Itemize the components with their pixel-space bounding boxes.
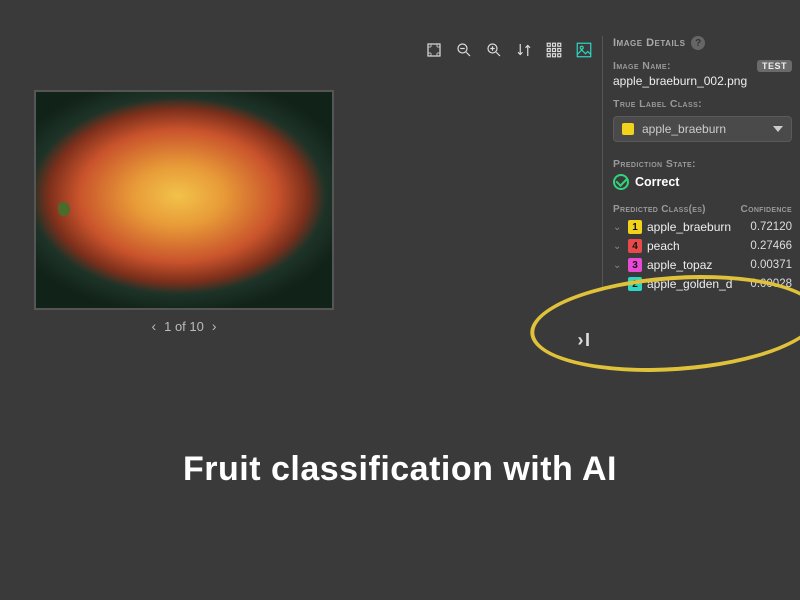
prediction-row[interactable]: ⌄ 2 apple_golden_d 0.00028 <box>613 277 792 291</box>
pred-state-value: Correct <box>613 174 792 190</box>
true-label-swatch <box>622 123 634 135</box>
rank-badge: 1 <box>628 220 642 234</box>
test-badge: TEST <box>757 60 792 72</box>
next-icon[interactable]: › <box>212 318 217 334</box>
fullscreen-icon[interactable] <box>424 40 444 60</box>
predictions-table: Predicted Class(es) Confidence ⌄ 1 apple_b… <box>613 204 792 291</box>
image-name-label: Image Name: <box>613 60 671 72</box>
pred-col-class: Predicted Class(es) <box>613 204 706 215</box>
details-header: Image Details ? <box>613 36 792 50</box>
grid-icon[interactable] <box>544 40 564 60</box>
skip-to-end-icon[interactable]: › I <box>578 330 591 351</box>
prediction-confidence: 0.00028 <box>750 278 792 290</box>
check-icon <box>613 174 629 190</box>
caption: Fruit classification with AI <box>0 450 800 489</box>
image-preview[interactable] <box>34 90 334 310</box>
prediction-row[interactable]: ⌄ 3 apple_topaz 0.00371 <box>613 258 792 272</box>
pager-text: 1 of 10 <box>164 319 204 334</box>
details-header-text: Image Details <box>613 37 685 49</box>
image-name: apple_braeburn_002.png <box>613 74 792 88</box>
true-label-header: True Label Class: <box>613 98 792 110</box>
prediction-row[interactable]: ⌄ 4 peach 0.27466 <box>613 239 792 253</box>
pred-state-label: Prediction State: <box>613 158 792 170</box>
image-viewer: ‹ 1 of 10 › <box>34 90 334 334</box>
expand-icon[interactable]: ⌄ <box>613 279 623 290</box>
prediction-confidence: 0.00371 <box>750 259 792 271</box>
pred-col-conf: Confidence <box>741 204 792 215</box>
prev-icon[interactable]: ‹ <box>151 318 156 334</box>
prediction-name: apple_braeburn <box>647 220 745 234</box>
prediction-confidence: 0.27466 <box>750 240 792 252</box>
prediction-name: peach <box>647 239 745 253</box>
prediction-name: apple_golden_d <box>647 277 745 291</box>
pred-state-text: Correct <box>635 175 679 189</box>
help-icon[interactable]: ? <box>691 36 705 50</box>
zoom-in-icon[interactable] <box>484 40 504 60</box>
true-label-select[interactable]: apple_braeburn <box>613 116 792 142</box>
image-view-icon[interactable] <box>574 40 594 60</box>
prediction-name: apple_topaz <box>647 258 745 272</box>
prediction-confidence: 0.72120 <box>750 221 792 233</box>
viewer-toolbar <box>424 40 594 60</box>
rank-badge: 3 <box>628 258 642 272</box>
expand-icon[interactable]: ⌄ <box>613 222 623 233</box>
rank-badge: 2 <box>628 277 642 291</box>
expand-icon[interactable]: ⌄ <box>613 260 623 271</box>
rank-badge: 4 <box>628 239 642 253</box>
sort-icon[interactable] <box>514 40 534 60</box>
true-label-value: apple_braeburn <box>642 122 726 136</box>
expand-icon[interactable]: ⌄ <box>613 241 623 252</box>
zoom-out-icon[interactable] <box>454 40 474 60</box>
details-panel: Image Details ? Image Name: TEST apple_b… <box>602 36 792 291</box>
prediction-row[interactable]: ⌄ 1 apple_braeburn 0.72120 <box>613 220 792 234</box>
pager: ‹ 1 of 10 › <box>34 318 334 334</box>
chevron-down-icon <box>773 126 783 132</box>
